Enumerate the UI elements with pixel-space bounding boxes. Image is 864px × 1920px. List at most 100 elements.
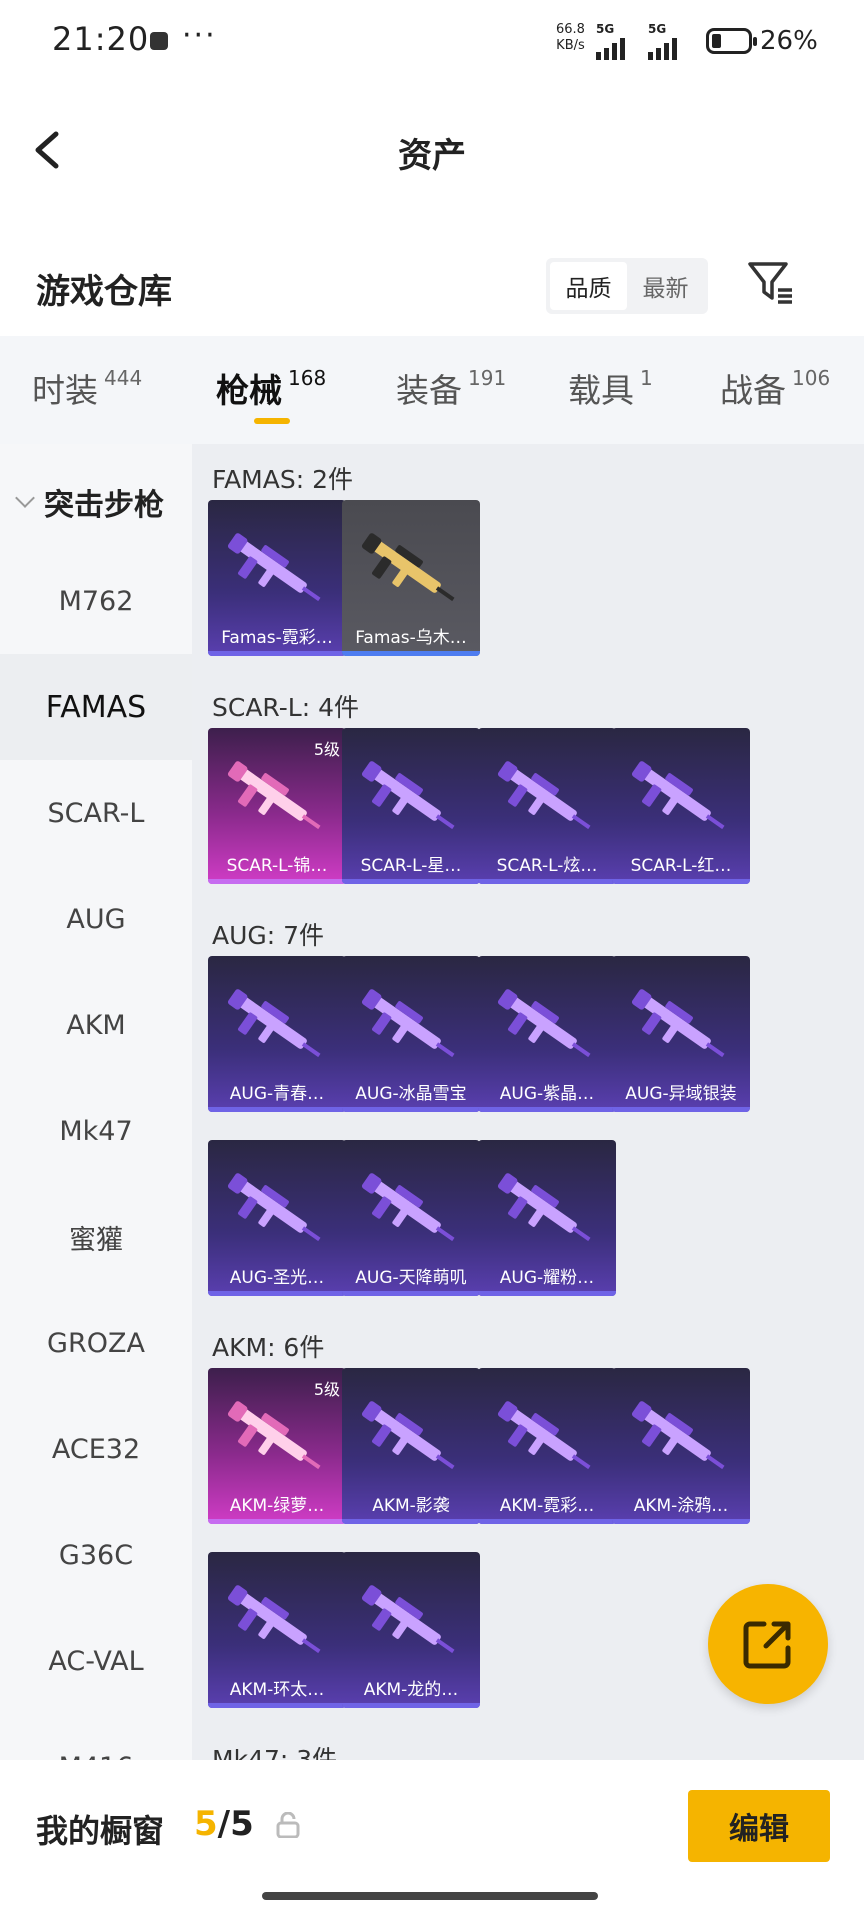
- rifle-icon: [227, 533, 321, 602]
- network-speed-unit: KB/s: [556, 38, 585, 53]
- rarity-bar: [342, 1703, 480, 1708]
- tab-firearms[interactable]: 枪械 168: [216, 364, 326, 412]
- tab-equipment[interactable]: 装备 191: [396, 364, 506, 412]
- signal-label: 5G: [596, 22, 615, 36]
- sidebar-item-famas[interactable]: FAMAS: [0, 654, 192, 760]
- weapon-name: AKM-环太…: [229, 1680, 325, 1700]
- sort-toggle: 品质 最新: [546, 258, 708, 314]
- share-button[interactable]: [708, 1584, 828, 1704]
- weapon-name: AUG-青春…: [229, 1084, 325, 1104]
- sidebar-item-scar-l[interactable]: SCAR-L: [0, 760, 192, 866]
- weapon-card[interactable]: AKM-环太…: [208, 1552, 346, 1708]
- weapon-card[interactable]: AUG-青春…: [208, 956, 346, 1112]
- rifle-icon: [227, 761, 321, 830]
- lock-icon: [276, 1811, 300, 1839]
- group-title: AUG: 7件: [212, 921, 325, 950]
- weapon-card[interactable]: 5级 SCAR-L-锦…: [208, 728, 346, 884]
- rifle-icon: [227, 989, 321, 1058]
- share-icon: [743, 1621, 791, 1669]
- rarity-bar: [208, 651, 346, 656]
- weapon-card[interactable]: SCAR-L-炫…: [478, 728, 616, 884]
- weapon-card[interactable]: AUG-圣光…: [208, 1140, 346, 1296]
- weapon-name: AUG-耀粉…: [499, 1268, 595, 1288]
- edit-button[interactable]: 编辑: [688, 1790, 830, 1862]
- rifle-icon: [361, 1173, 455, 1242]
- weapon-card[interactable]: AUG-紫晶…: [478, 956, 616, 1112]
- weapon-name: AUG-紫晶…: [499, 1084, 595, 1104]
- rifle-icon: [227, 1401, 321, 1470]
- sidebar-item-akm[interactable]: AKM: [0, 972, 192, 1078]
- sidebar-item-m762[interactable]: M762: [0, 548, 192, 654]
- weapon-name: AKM-龙的…: [363, 1680, 459, 1700]
- sidebar-item-aug[interactable]: AUG: [0, 866, 192, 972]
- sidebar-item-mk47[interactable]: Mk47: [0, 1078, 192, 1184]
- weapon-name: Famas-乌木…: [355, 628, 467, 648]
- sort-newest-option[interactable]: 最新: [627, 262, 704, 310]
- group-title: SCAR-L: 4件: [212, 693, 360, 722]
- rifle-icon: [631, 989, 725, 1058]
- weapon-card[interactable]: AUG-天降萌叽: [342, 1140, 480, 1296]
- weapon-name: AUG-冰晶雪宝: [355, 1084, 467, 1104]
- rifle-icon: [361, 761, 455, 830]
- showcase-count-current: 5: [194, 1804, 218, 1844]
- weapon-name: SCAR-L-锦…: [226, 856, 328, 876]
- rarity-bar: [342, 1291, 480, 1296]
- tab-label: 载具: [568, 371, 634, 410]
- status-bar: 21:20 ··· 66.8 KB/s 5G 5G 26%: [0, 0, 864, 82]
- sidebar-group-assault-rifles[interactable]: 突击步枪: [14, 480, 164, 524]
- tab-label: 装备: [396, 371, 462, 410]
- level-badge: 5级: [313, 1380, 340, 1399]
- rifle-icon: [497, 989, 591, 1058]
- chevron-down-icon: [15, 488, 35, 508]
- rarity-bar: [342, 879, 480, 884]
- warehouse-header: 游戏仓库 品质 最新: [0, 248, 864, 328]
- weapon-name: AKM-影袭: [372, 1496, 450, 1516]
- weapon-card[interactable]: AKM-霓彩…: [478, 1368, 616, 1524]
- group-title: Mk47: 3件: [212, 1745, 338, 1760]
- sidebar-item-ace32[interactable]: ACE32: [0, 1396, 192, 1502]
- group-title: AKM: 6件: [212, 1333, 325, 1362]
- weapon-type-sidebar: 突击步枪 M762 FAMAS SCAR-L AUG AKM Mk47 蜜獾 G…: [0, 444, 192, 1760]
- weapon-card[interactable]: SCAR-L-红…: [612, 728, 750, 884]
- tab-supplies[interactable]: 战备 106: [720, 364, 830, 412]
- weapon-card[interactable]: Famas-霓彩…: [208, 500, 346, 656]
- rarity-bar: [478, 1107, 616, 1112]
- weapon-card[interactable]: AKM-影袭: [342, 1368, 480, 1524]
- group-title: FAMAS: 2件: [212, 465, 354, 494]
- rarity-bar: [478, 1519, 616, 1524]
- tab-outfits[interactable]: 时装 444: [32, 364, 142, 412]
- sidebar-item-g36c[interactable]: G36C: [0, 1502, 192, 1608]
- sidebar-item-ac-val[interactable]: AC-VAL: [0, 1608, 192, 1714]
- sidebar-group-label: 突击步枪: [44, 488, 164, 523]
- signal-5g-icon: 5G: [648, 22, 694, 60]
- sort-quality-option[interactable]: 品质: [550, 262, 627, 310]
- tab-vehicles[interactable]: 载具 1: [568, 364, 653, 412]
- weapon-name: Famas-霓彩…: [221, 628, 333, 648]
- filter-icon[interactable]: [746, 258, 796, 308]
- tab-count: 191: [468, 366, 507, 390]
- weapon-name: AUG-天降萌叽: [355, 1268, 467, 1288]
- weapon-card[interactable]: SCAR-L-星…: [342, 728, 480, 884]
- weapon-card[interactable]: AKM-涂鸦…: [612, 1368, 750, 1524]
- weapon-card[interactable]: Famas-乌木…: [342, 500, 480, 656]
- sidebar-item-groza[interactable]: GROZA: [0, 1290, 192, 1396]
- weapon-card[interactable]: AKM-龙的…: [342, 1552, 480, 1708]
- weapon-card[interactable]: 5级 AKM-绿萝…: [208, 1368, 346, 1524]
- rarity-bar: [208, 1703, 346, 1708]
- app-header: 资产: [0, 100, 864, 200]
- weapon-card[interactable]: AUG-冰晶雪宝: [342, 956, 480, 1112]
- level-badge: 5级: [313, 740, 340, 759]
- tab-label: 枪械: [216, 371, 282, 410]
- sidebar-item-honey-badger[interactable]: 蜜獾: [0, 1184, 192, 1290]
- rarity-bar: [612, 879, 750, 884]
- tab-count: 106: [792, 366, 831, 390]
- sidebar-item-m416[interactable]: M416: [0, 1714, 192, 1761]
- rarity-bar: [208, 1107, 346, 1112]
- weapon-name: AUG-圣光…: [229, 1268, 325, 1288]
- weapon-card[interactable]: AUG-异域银装: [612, 956, 750, 1112]
- weapon-name: SCAR-L-红…: [630, 856, 732, 876]
- tab-count: 1: [640, 366, 653, 390]
- weapon-name: AKM-涂鸦…: [633, 1496, 729, 1516]
- battery-percent: 26%: [760, 26, 818, 56]
- weapon-card[interactable]: AUG-耀粉…: [478, 1140, 616, 1296]
